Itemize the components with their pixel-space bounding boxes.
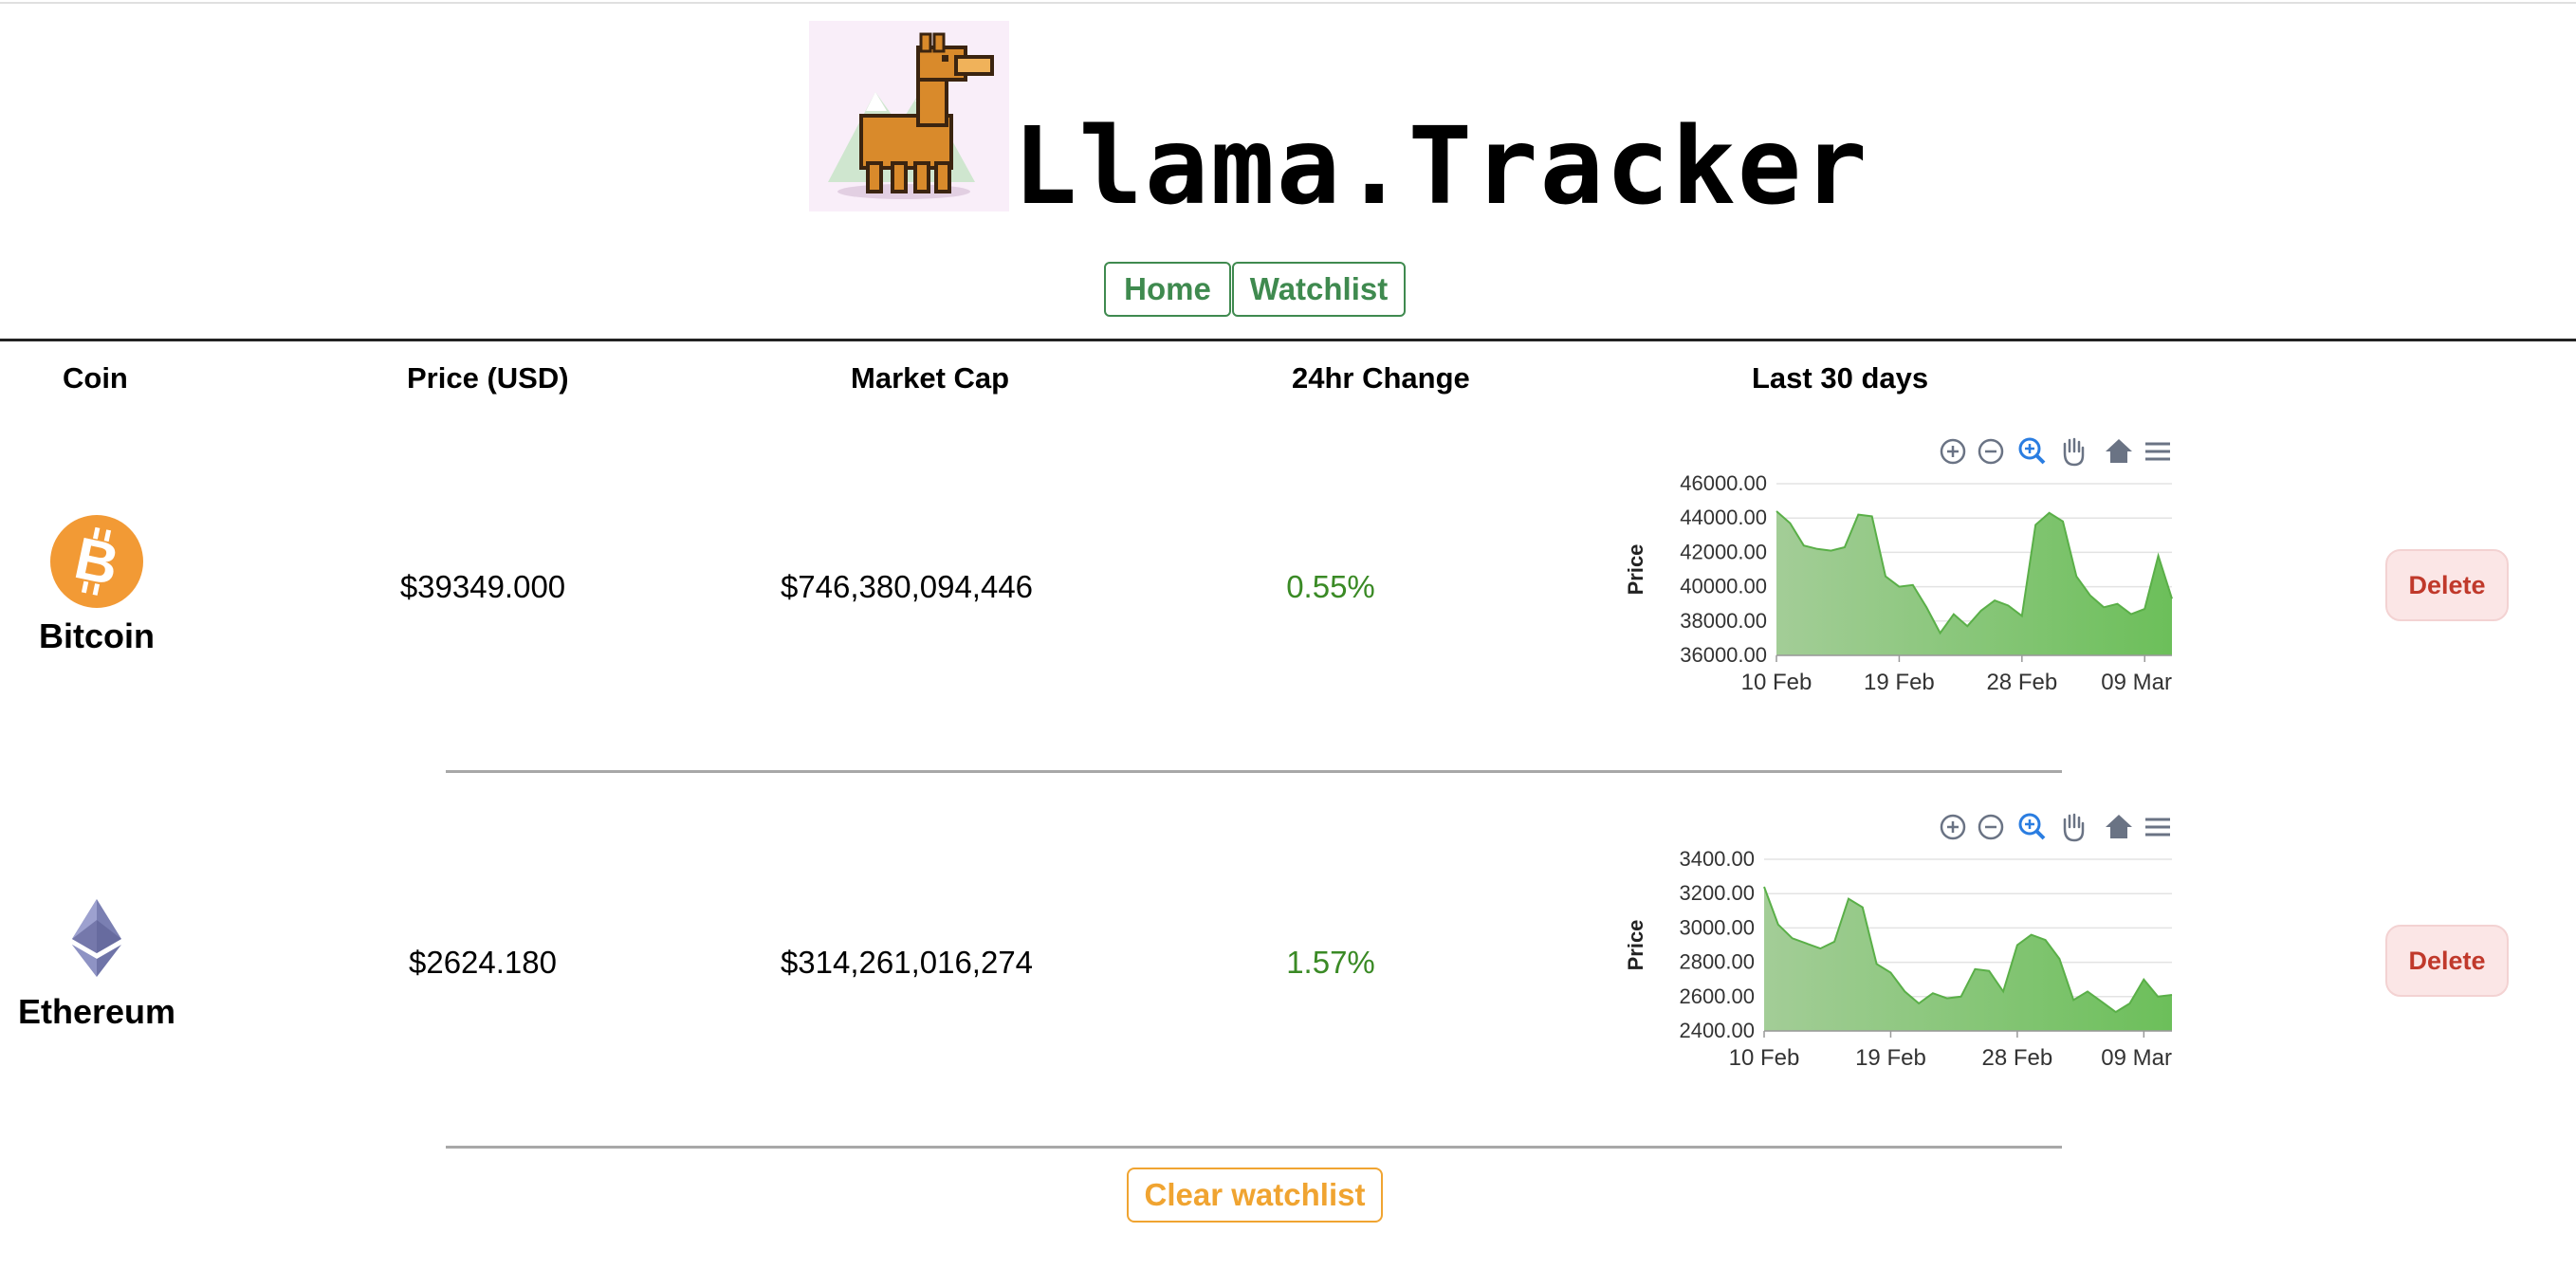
y-tick-label: 2600.00 (1679, 984, 1755, 1008)
y-tick-label: 36000.00 (1680, 643, 1767, 667)
app-title: Llama.Tracker (1013, 105, 1869, 229)
y-tick-label: 40000.00 (1680, 575, 1767, 598)
zoom-selection-icon[interactable] (2018, 813, 2046, 840)
column-header-price: Price (USD) (407, 361, 569, 395)
x-tick-label: 09 Mar (2101, 670, 2172, 695)
coin-name: Bitcoin (39, 616, 155, 655)
nav-home-button[interactable]: Home (1104, 262, 1231, 317)
sparkline-chart-bitcoin[interactable]: 46000.00 44000.00 42000.00 40000.00 38000.00… (1612, 427, 2181, 730)
x-tick-label: 28 Feb (1986, 670, 2057, 695)
y-tick-label: 38000.00 (1680, 609, 1767, 633)
coin-name: Ethereum (17, 992, 176, 1031)
reset-home-icon[interactable] (2106, 815, 2132, 838)
zoom-selection-icon[interactable] (2018, 437, 2046, 465)
change-cell: 1.57% (1286, 945, 1375, 980)
bitcoin-icon: B (50, 515, 143, 608)
y-tick-label: 3200.00 (1679, 881, 1755, 905)
y-axis-label: Price (1624, 544, 1647, 596)
zoom-out-icon[interactable] (1978, 814, 2004, 840)
market-cap-cell: $746,380,094,446 (780, 569, 1034, 604)
sparkline-chart-ethereum[interactable]: 3400.00 3200.00 3000.00 2800.00 2600.00 2400.… (1612, 802, 2181, 1106)
delete-button[interactable]: Delete (2385, 925, 2509, 997)
ethereum-icon (72, 899, 121, 977)
reset-home-icon[interactable] (2106, 439, 2132, 463)
pan-icon[interactable] (2063, 437, 2085, 467)
y-tick-label: 44000.00 (1680, 506, 1767, 529)
sparkline-svg: 46000.00 44000.00 42000.00 40000.00 38000.00… (1624, 437, 2173, 695)
top-border (0, 2, 2576, 4)
y-tick-label: 3000.00 (1679, 915, 1755, 939)
menu-icon[interactable] (2145, 818, 2170, 837)
y-tick-label: 3400.00 (1679, 847, 1755, 871)
pan-icon[interactable] (2063, 813, 2085, 842)
x-tick-label: 09 Mar (2101, 1045, 2172, 1071)
zoom-out-icon[interactable] (1978, 438, 2004, 465)
y-tick-label: 42000.00 (1680, 540, 1767, 563)
market-cap-cell: $314,261,016,274 (780, 945, 1034, 980)
row-divider (446, 1146, 2062, 1149)
y-tick-label: 2400.00 (1679, 1019, 1755, 1042)
price-cell: $39349.000 (399, 569, 566, 604)
column-header-last-30-days: Last 30 days (1752, 361, 1929, 395)
row-divider (446, 770, 2062, 773)
y-tick-label: 2800.00 (1679, 950, 1755, 974)
x-tick-label: 10 Feb (1741, 670, 1812, 695)
price-area (1776, 511, 2172, 655)
column-header-24hr-change: 24hr Change (1292, 361, 1470, 395)
delete-button[interactable]: Delete (2385, 549, 2509, 621)
price-cell: $2624.180 (409, 945, 557, 980)
clear-watchlist-button[interactable]: Clear watchlist (1127, 1168, 1383, 1223)
x-tick-label: 19 Feb (1855, 1045, 1926, 1071)
column-header-market-cap: Market Cap (851, 361, 1010, 395)
x-tick-label: 28 Feb (1982, 1045, 2053, 1071)
x-tick-label: 10 Feb (1729, 1045, 1800, 1071)
y-axis-label: Price (1624, 920, 1647, 971)
y-tick-label: 46000.00 (1680, 471, 1767, 495)
zoom-in-icon[interactable] (1940, 438, 1966, 465)
sparkline-svg: 3400.00 3200.00 3000.00 2800.00 2600.00 2400.… (1624, 813, 2173, 1071)
nav-watchlist-button[interactable]: Watchlist (1232, 262, 1406, 317)
header-divider (0, 339, 2576, 341)
x-tick-label: 19 Feb (1864, 670, 1935, 695)
menu-icon[interactable] (2145, 442, 2170, 461)
column-header-coin: Coin (63, 361, 128, 395)
zoom-in-icon[interactable] (1940, 814, 1966, 840)
llama-icon (809, 21, 1009, 212)
change-cell: 0.55% (1286, 569, 1375, 604)
